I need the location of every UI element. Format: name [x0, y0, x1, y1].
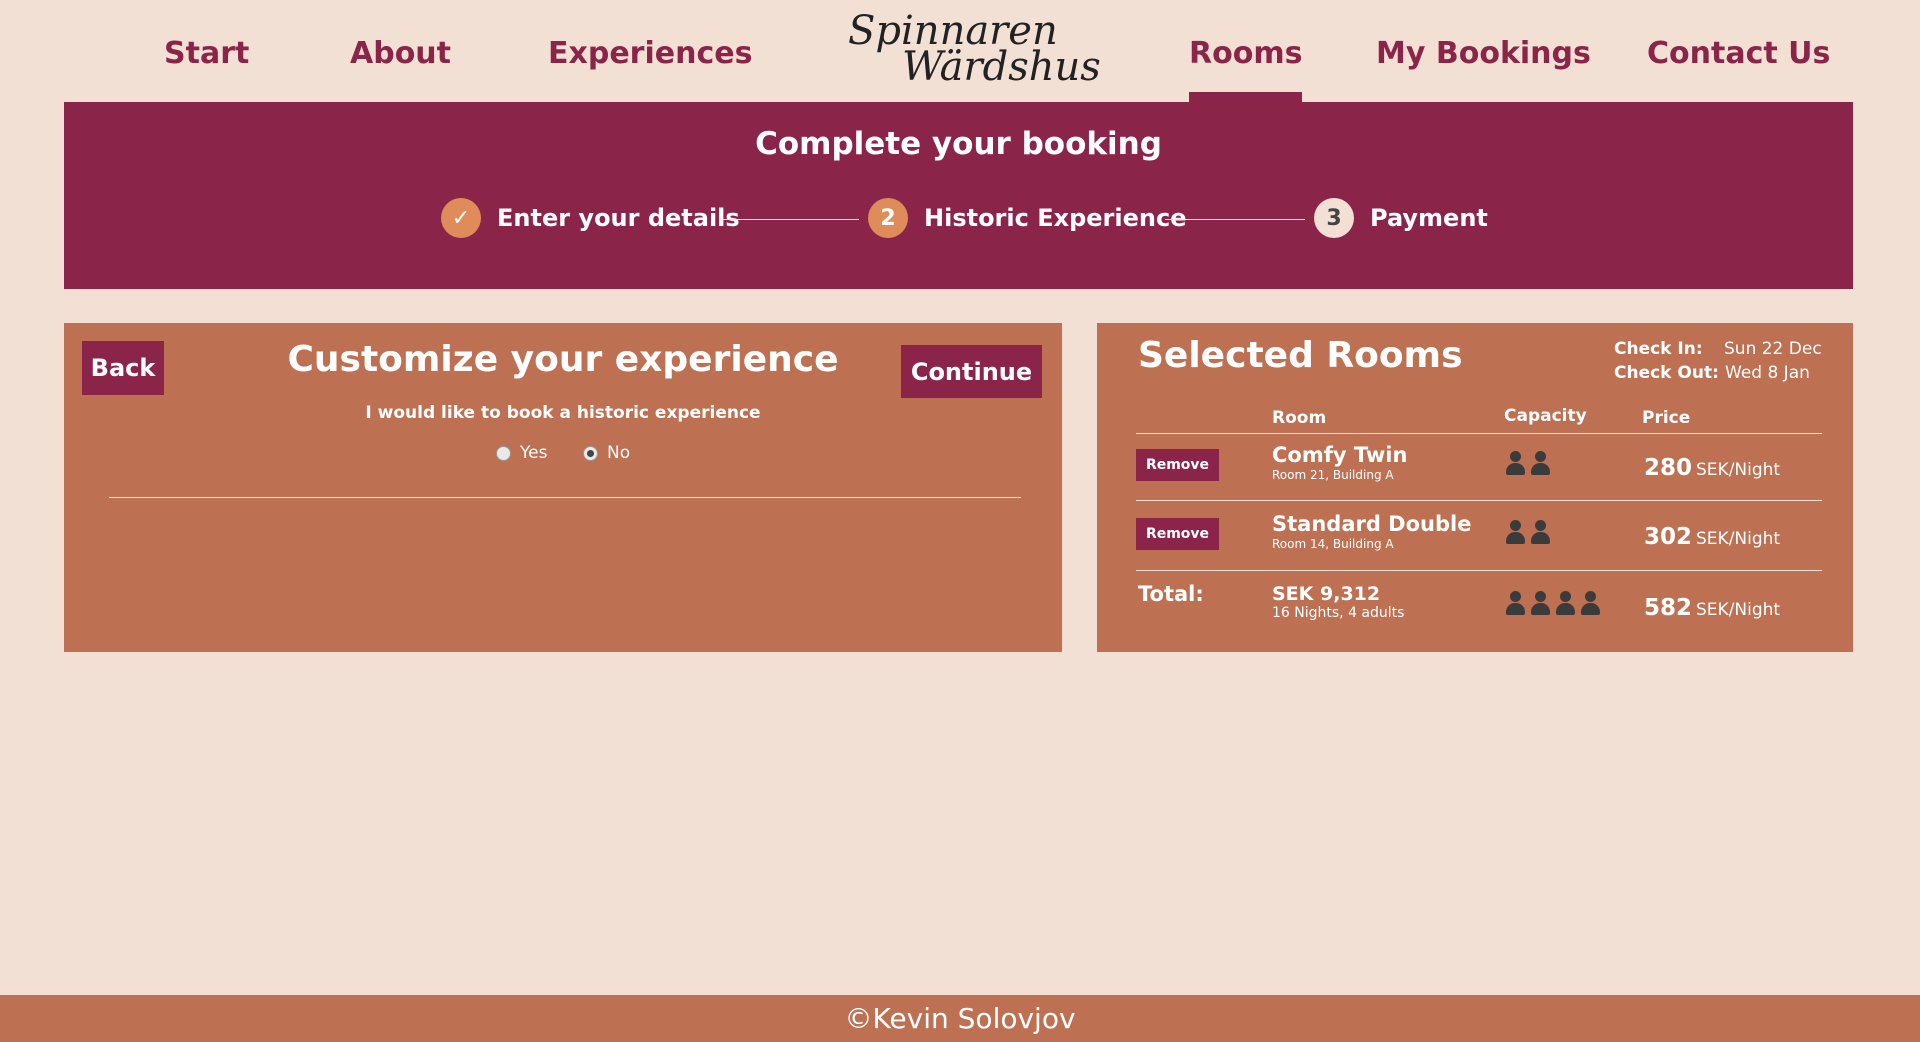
step-historic-experience: 2 Historic Experience — [868, 198, 1186, 238]
check-in-label: Check In: — [1614, 339, 1703, 359]
room-price: 280 SEK/Night — [1644, 455, 1781, 481]
room-capacity — [1505, 451, 1551, 475]
step-connector — [719, 219, 859, 220]
step-connector — [1165, 219, 1305, 220]
no-label[interactable]: No — [607, 443, 630, 463]
person-icon — [1580, 591, 1601, 615]
room-location: Room 14, Building A — [1272, 537, 1394, 551]
check-icon: ✓ — [441, 198, 481, 238]
total-capacity — [1505, 591, 1601, 615]
historic-experience-question: I would like to book a historic experien… — [365, 403, 761, 423]
step-enter-details: ✓ Enter your details — [441, 198, 740, 238]
step-label: Enter your details — [497, 204, 740, 232]
row-divider — [1136, 570, 1822, 571]
check-in-value: Sun 22 Dec — [1724, 339, 1822, 359]
divider — [109, 497, 1021, 498]
person-icon — [1505, 591, 1526, 615]
step-payment: 3 Payment — [1314, 198, 1488, 238]
nav-item-about[interactable]: About — [350, 36, 451, 71]
no-radio[interactable] — [583, 445, 598, 461]
total-label: Total: — [1138, 582, 1204, 606]
customize-experience-panel: Back Customize your experience Continue … — [64, 323, 1062, 652]
site-logo[interactable]: Spinnaren Wärdshus — [840, 4, 1101, 94]
banner-title: Complete your booking — [755, 126, 1162, 162]
nav-item-contact-us[interactable]: Contact Us — [1647, 36, 1830, 71]
remove-room-button[interactable]: Remove — [1136, 449, 1219, 481]
yes-radio[interactable] — [496, 445, 511, 461]
person-icon — [1530, 520, 1551, 544]
room-location: Room 21, Building A — [1272, 468, 1394, 482]
person-icon — [1530, 451, 1551, 475]
yes-label[interactable]: Yes — [520, 443, 547, 463]
booking-progress-banner: Complete your booking ✓ Enter your detai… — [64, 102, 1853, 289]
check-out-value: Wed 8 Jan — [1725, 363, 1810, 383]
nav-item-my-bookings[interactable]: My Bookings — [1376, 36, 1591, 71]
step-label: Payment — [1370, 204, 1488, 232]
nav-item-start[interactable]: Start — [164, 36, 249, 71]
option-no[interactable]: No — [583, 443, 630, 463]
continue-button[interactable]: Continue — [901, 345, 1042, 398]
room-price: 302 SEK/Night — [1644, 524, 1781, 550]
total-amount: SEK 9,312 — [1272, 583, 1381, 605]
step-number: 3 — [1314, 198, 1354, 238]
row-divider — [1136, 433, 1822, 434]
room-name: Comfy Twin — [1272, 443, 1408, 467]
footer: ©Kevin Solovjov — [0, 995, 1920, 1042]
column-header-capacity: Capacity — [1504, 406, 1587, 426]
remove-room-button[interactable]: Remove — [1136, 518, 1219, 550]
column-header-price: Price — [1642, 408, 1691, 428]
total-details: 16 Nights, 4 adults — [1272, 605, 1405, 621]
logo-line-2: Wärdshus — [902, 44, 1101, 90]
room-name: Standard Double — [1272, 512, 1472, 536]
top-navigation: Start About Experiences Spinnaren Wärdsh… — [0, 0, 1920, 102]
selected-rooms-title: Selected Rooms — [1138, 335, 1463, 376]
step-label: Historic Experience — [924, 204, 1187, 232]
nav-item-rooms[interactable]: Rooms — [1189, 36, 1303, 102]
selected-rooms-panel: Selected Rooms Check In: Sun 22 Dec Chec… — [1097, 323, 1853, 652]
check-out-label: Check Out: — [1614, 363, 1719, 383]
nav-item-experiences[interactable]: Experiences — [548, 36, 752, 71]
column-header-room: Room — [1272, 408, 1327, 428]
option-yes[interactable]: Yes — [496, 443, 547, 463]
person-icon — [1530, 591, 1551, 615]
person-icon — [1505, 520, 1526, 544]
room-capacity — [1505, 520, 1551, 544]
total-price: 582 SEK/Night — [1644, 595, 1781, 621]
step-number: 2 — [868, 198, 908, 238]
person-icon — [1555, 591, 1576, 615]
person-icon — [1505, 451, 1526, 475]
row-divider — [1136, 500, 1822, 501]
